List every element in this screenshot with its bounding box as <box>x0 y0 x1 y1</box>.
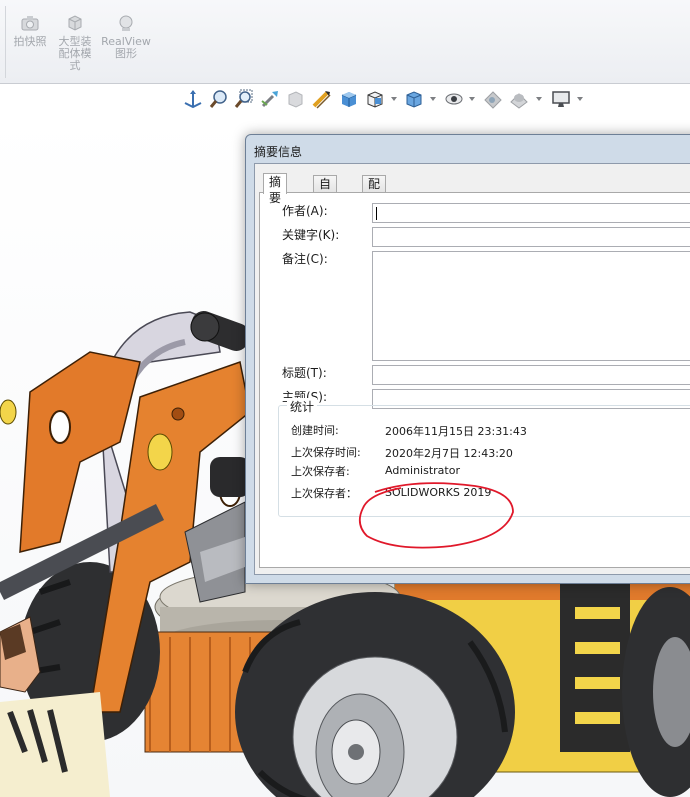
author-field[interactable] <box>372 203 690 223</box>
previous-view-icon[interactable] <box>259 88 281 110</box>
take-snapshot-button[interactable]: 拍快照 <box>10 14 50 48</box>
tab-summary[interactable]: 摘要 <box>263 173 288 205</box>
display-style-icon[interactable] <box>364 88 386 110</box>
ribbon-separator <box>5 6 6 78</box>
summary-tab-panel: 作者(A): 关键字(K): 备注(C): 标题(T): 主题(S): 统计 创… <box>259 192 690 568</box>
last-saved-by-label: 上次保存者: <box>291 465 350 478</box>
section-view-icon[interactable] <box>284 88 306 110</box>
dialog-title: 摘要信息 <box>254 145 303 159</box>
large-assembly-label-3: 式 <box>69 59 81 72</box>
view-orientation-icon[interactable] <box>182 88 204 110</box>
created-value: 2006年11月15日 23:31:43 <box>385 425 527 438</box>
dynamic-annotation-icon[interactable] <box>311 88 333 110</box>
realview-label-2: 图形 <box>115 47 137 60</box>
keywords-field[interactable] <box>372 227 690 247</box>
title-label: 标题(T): <box>282 366 327 380</box>
statistics-legend: 统计 <box>287 398 318 415</box>
chevron-down-icon[interactable] <box>577 97 583 101</box>
zoom-area-icon[interactable] <box>233 88 255 110</box>
last-saved-by-value: Administrator <box>385 464 460 477</box>
text-cursor <box>376 207 377 220</box>
last-saved-with-value: SOLIDWORKS 2019 <box>385 486 492 499</box>
statistics-group: 统计 创建时间: 2006年11月15日 23:31:43 上次保存时间: 20… <box>278 398 690 517</box>
summary-info-dialog: 摘要信息 摘要 自定义 配置特定 作者(A): 关键字(K): 备注(C): 标… <box>245 134 690 584</box>
last-saved-label: 上次保存时间: <box>291 446 361 459</box>
view-settings-icon[interactable] <box>508 88 530 110</box>
chevron-down-icon[interactable] <box>536 97 542 101</box>
zoom-to-fit-icon[interactable] <box>208 88 230 110</box>
hide-show-items-icon[interactable] <box>403 88 425 110</box>
last-saved-value: 2020年2月7日 12:43:20 <box>385 447 513 460</box>
large-assembly-icon <box>54 14 96 32</box>
large-assembly-mode-button[interactable]: 大型装 配体模 式 <box>54 14 96 72</box>
last-saved-with-label: 上次保存者： <box>291 487 357 500</box>
command-ribbon: 拍快照 大型装 配体模 式 RealView 图形 <box>0 0 690 84</box>
title-field[interactable] <box>372 365 690 385</box>
dialog-client-area: 摘要 自定义 配置特定 作者(A): 关键字(K): 备注(C): 标题(T):… <box>254 163 690 575</box>
camera-icon <box>10 14 50 32</box>
view-orientation-cube-icon[interactable] <box>338 88 360 110</box>
comments-label: 备注(C): <box>282 252 328 266</box>
chevron-down-icon[interactable] <box>469 97 475 101</box>
author-label: 作者(A): <box>282 204 328 218</box>
comments-field[interactable] <box>372 251 690 361</box>
tab-custom[interactable]: 自定义 <box>313 175 338 223</box>
realview-graphics-button[interactable]: RealView 图形 <box>100 14 152 60</box>
chevron-down-icon[interactable] <box>430 97 436 101</box>
tab-configuration-specific[interactable]: 配置特定 <box>362 175 387 239</box>
created-label: 创建时间: <box>291 424 339 437</box>
display-monitor-icon[interactable] <box>550 88 572 110</box>
chevron-down-icon[interactable] <box>391 97 397 101</box>
take-snapshot-label: 拍快照 <box>13 35 47 48</box>
edit-appearance-icon[interactable] <box>443 88 465 110</box>
realview-icon <box>100 14 152 32</box>
apply-scene-icon[interactable] <box>482 88 504 110</box>
keywords-label: 关键字(K): <box>282 228 340 242</box>
